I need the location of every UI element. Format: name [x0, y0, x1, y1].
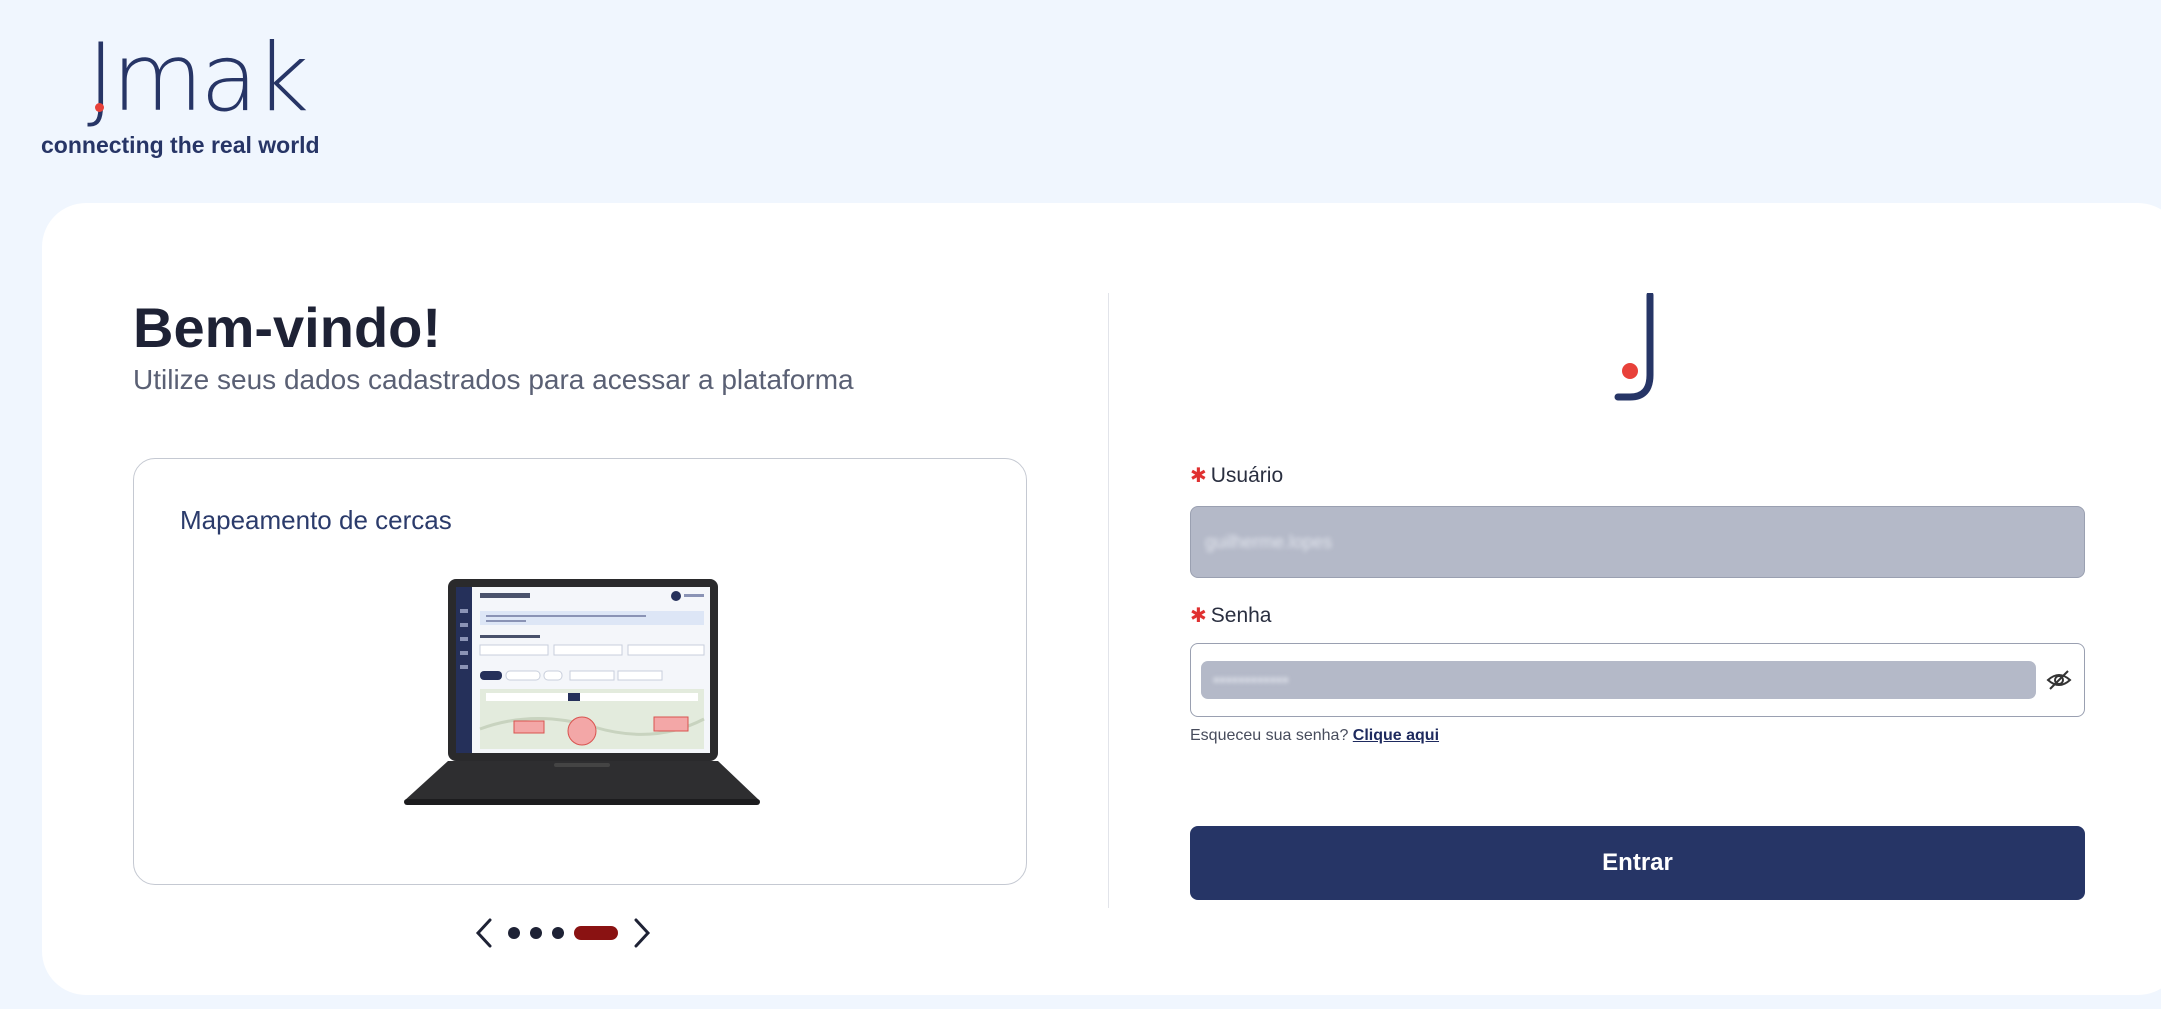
password-input[interactable]: •••••••••••• — [1190, 643, 2085, 717]
username-value: guilherme.lopes — [1205, 531, 1333, 552]
forgot-password-link[interactable]: Clique aqui — [1353, 727, 1439, 744]
required-asterisk: ✱ — [1190, 465, 1207, 487]
eye-off-icon[interactable] — [2044, 665, 2074, 695]
username-label: ✱ Usuário — [1190, 463, 1283, 488]
password-value: •••••••••••• — [1213, 669, 1289, 690]
carousel-nav — [470, 913, 690, 953]
brand-logo-dot — [95, 103, 104, 112]
panel-divider — [1108, 293, 1109, 908]
carousel-dot-2[interactable] — [530, 927, 542, 939]
brand-header: Jmak connecting the real world — [41, 32, 341, 159]
forgot-password-text: Esqueceu sua senha? — [1190, 727, 1349, 744]
login-card: Bem-vindo! Utilize seus dados cadastrado… — [42, 203, 2161, 995]
password-label-text: Senha — [1210, 603, 1272, 627]
username-input[interactable]: guilherme.lopes — [1190, 506, 2085, 578]
welcome-title: Bem-vindo! — [133, 296, 441, 359]
forgot-password: Esqueceu sua senha? Clique aqui — [1190, 727, 1439, 745]
chevron-left-icon[interactable] — [470, 915, 498, 951]
carousel-dot-1[interactable] — [508, 927, 520, 939]
required-asterisk: ✱ — [1190, 605, 1207, 627]
chevron-right-icon[interactable] — [628, 915, 656, 951]
j-logo-icon — [1614, 293, 1654, 401]
password-label: ✱ Senha — [1190, 603, 1272, 628]
login-submit-button[interactable]: Entrar — [1190, 826, 2085, 900]
username-label-text: Usuário — [1210, 463, 1284, 487]
carousel-slide: Mapeamento de cercas — [133, 458, 1027, 885]
welcome-subtitle: Utilize seus dados cadastrados para aces… — [133, 364, 854, 395]
carousel-slide-title: Mapeamento de cercas — [180, 505, 452, 535]
brand-logo: Jmak — [41, 32, 309, 126]
brand-logo-text: Jmak — [87, 24, 309, 133]
carousel-dot-3[interactable] — [552, 927, 564, 939]
carousel-dot-4-active[interactable] — [574, 926, 618, 940]
password-field-autofill[interactable]: •••••••••••• — [1201, 661, 2036, 699]
laptop-illustration — [404, 579, 760, 805]
brand-tagline: connecting the real world — [41, 132, 320, 158]
